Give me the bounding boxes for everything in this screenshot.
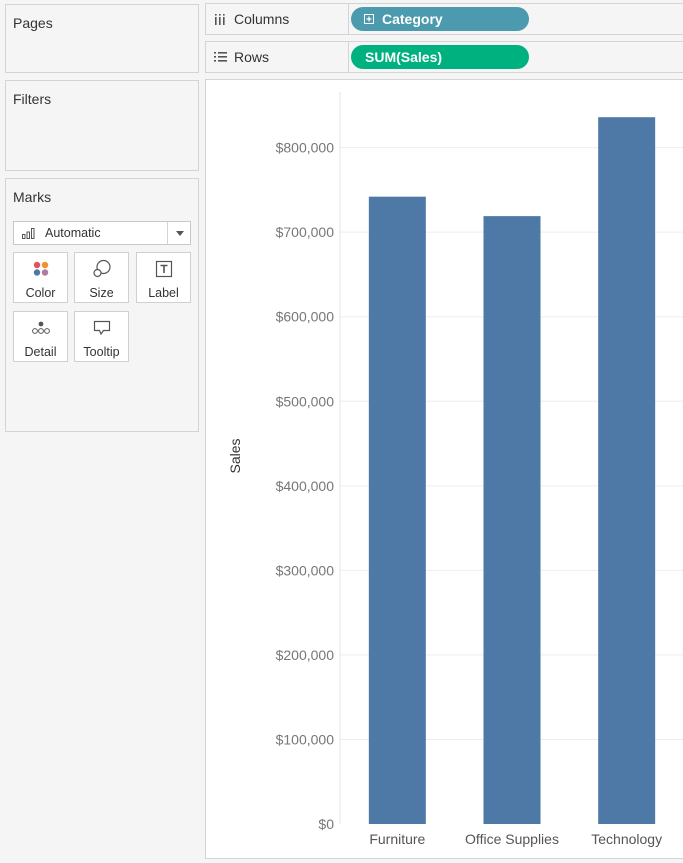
label-label: Label xyxy=(148,286,179,300)
tooltip-icon xyxy=(93,320,110,336)
y-tick-label: $200,000 xyxy=(276,647,335,663)
filters-card[interactable]: Filters xyxy=(5,80,199,171)
rows-icon xyxy=(214,52,227,62)
size-label: Size xyxy=(89,286,114,300)
color-button[interactable]: Color xyxy=(13,252,68,303)
detail-button[interactable]: Detail xyxy=(13,311,68,362)
y-tick-label: $700,000 xyxy=(276,224,335,240)
y-axis-title: Sales xyxy=(227,438,243,473)
x-tick-label[interactable]: Technology xyxy=(591,831,662,847)
y-tick-label: $500,000 xyxy=(276,393,335,409)
category-pill[interactable]: Category xyxy=(351,7,529,31)
view-pane[interactable]: $0 $100,000 $200,000 $300,000 $400,000 $500,0… xyxy=(205,79,683,859)
bar-office-supplies[interactable] xyxy=(483,216,541,825)
filters-title: Filters xyxy=(13,91,52,107)
sum-sales-pill[interactable]: SUM(Sales) xyxy=(351,45,529,69)
tooltip-label: Tooltip xyxy=(83,345,120,359)
tooltip-button[interactable]: Tooltip xyxy=(74,311,129,362)
y-tick-label: $400,000 xyxy=(276,478,335,494)
mark-type-dropdown[interactable]: Automatic xyxy=(13,221,191,245)
y-tick-label: $800,000 xyxy=(276,140,335,156)
y-tick-label: $100,000 xyxy=(276,731,335,747)
rows-label-text: Rows xyxy=(234,49,270,65)
pages-card[interactable]: Pages xyxy=(5,4,199,73)
y-tick-label: $0 xyxy=(318,816,334,832)
color-label: Color xyxy=(25,286,56,300)
marks-card: Marks Automatic Color Size Label Detail … xyxy=(5,178,199,432)
y-tick-label: $300,000 xyxy=(276,562,335,578)
columns-icon xyxy=(215,14,225,25)
dropdown-separator xyxy=(167,222,168,244)
pages-title: Pages xyxy=(13,15,53,31)
color-icon xyxy=(33,261,48,276)
columns-shelf[interactable]: Columns Category xyxy=(205,3,683,35)
mark-type-label: Automatic xyxy=(45,226,101,240)
columns-shelf-label: Columns xyxy=(206,4,349,34)
size-icon xyxy=(92,259,111,278)
marks-title: Marks xyxy=(13,189,52,205)
text-label-icon xyxy=(155,260,172,278)
size-button[interactable]: Size xyxy=(74,252,129,303)
columns-label-text: Columns xyxy=(234,11,290,27)
bar-furniture[interactable] xyxy=(368,196,426,824)
rows-shelf-label: Rows xyxy=(206,42,349,72)
bar-chart: $0 $100,000 $200,000 $300,000 $400,000 $500,0… xyxy=(227,92,683,847)
bar-technology[interactable] xyxy=(598,117,656,824)
x-tick-label[interactable]: Furniture xyxy=(369,831,425,847)
detail-icon xyxy=(31,321,50,334)
x-tick-label[interactable]: Office Supplies xyxy=(465,831,559,847)
chevron-down-icon[interactable] xyxy=(176,231,184,236)
category-pill-text: Category xyxy=(382,11,443,27)
y-tick-label: $600,000 xyxy=(276,309,335,325)
rows-shelf[interactable]: Rows SUM(Sales) xyxy=(205,41,683,73)
bar-chart-icon xyxy=(22,228,35,239)
label-button[interactable]: Label xyxy=(136,252,191,303)
sum-sales-pill-text: SUM(Sales) xyxy=(365,49,443,65)
expand-plus-icon[interactable] xyxy=(364,14,374,24)
detail-label: Detail xyxy=(24,345,57,359)
